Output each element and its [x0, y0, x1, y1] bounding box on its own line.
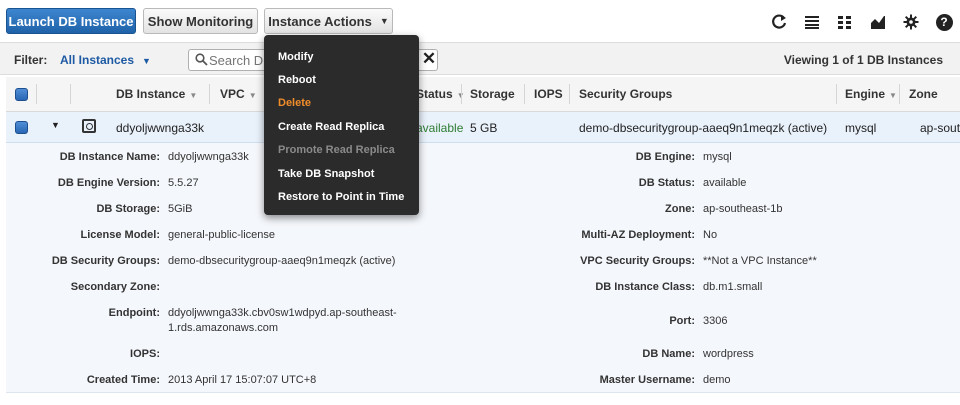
menu-item-modify[interactable]: Modify: [264, 45, 419, 68]
detail-label: License Model:: [80, 229, 160, 241]
detail-label: DB Storage:: [96, 203, 160, 215]
detail-label: Created Time:: [86, 374, 160, 386]
menu-item-reboot[interactable]: Reboot: [264, 68, 419, 91]
detail-label: DB Instance Class:: [595, 281, 695, 293]
settings-icon[interactable]: [901, 12, 921, 32]
table-row[interactable]: ▼ ddyoljwwnga33k available 5 GB demo-dbs…: [6, 112, 960, 143]
endpoint-value: ddyoljwwnga33k.cbv0sw1wdpyd.ap-southeast…: [168, 307, 397, 334]
help-circle: ?: [935, 13, 953, 31]
chart-icon[interactable]: [868, 12, 888, 32]
cell-db-instance: ddyoljwwnga33k: [116, 121, 205, 135]
row-checkbox[interactable]: [15, 121, 28, 134]
sort-icon: ▼: [248, 91, 257, 100]
search-icon: [195, 53, 208, 69]
detail-label: Secondary Zone:: [70, 281, 160, 293]
cell-engine: mysql: [845, 121, 877, 135]
detail-value: available: [703, 177, 747, 189]
help-icon[interactable]: ?: [934, 12, 954, 32]
detail-value: 5GiB: [168, 203, 193, 215]
viewing-count: Viewing 1 of 1 DB Instances: [783, 53, 943, 67]
detail-value: db.m1.small: [703, 281, 763, 293]
column-divider: [899, 84, 900, 104]
detail-label: Zone:: [665, 203, 695, 215]
filter-label: Filter:: [14, 53, 48, 67]
toolbar-icons: ?: [769, 12, 954, 32]
table-header: DB Instance▼ VPC▼ Status▼ Storage IOPS S…: [6, 77, 960, 112]
menu-item-take-db-snapshot[interactable]: Take DB Snapshot: [264, 162, 419, 185]
column-divider: [209, 84, 210, 104]
detail-label: Endpoint:: [108, 307, 160, 319]
filter-select[interactable]: All Instances ▼: [60, 53, 151, 67]
select-all-checkbox[interactable]: [15, 88, 28, 101]
column-divider: [524, 84, 525, 104]
clear-search-icon[interactable]: ✕: [418, 48, 440, 70]
column-divider: [36, 84, 37, 104]
detail-value: demo-dbsecuritygroup-aaeq9n1meqzk (activ…: [168, 255, 396, 267]
menu-item-delete[interactable]: Delete: [264, 92, 419, 115]
column-divider: [836, 84, 837, 104]
header-security-groups[interactable]: Security Groups: [579, 87, 672, 101]
column-divider: [461, 84, 462, 104]
detail-value: 3306: [703, 315, 728, 327]
detail-value: 5.5.27: [168, 177, 199, 189]
detail-value: ddyoljwwnga33k: [168, 151, 249, 163]
cell-status: available: [416, 121, 464, 135]
instance-details-panel: DB Instance Name: ddyoljwwnga33k DB Engi…: [6, 143, 960, 393]
detail-value: wordpress: [703, 348, 754, 360]
detail-value: general-public-license: [168, 229, 276, 241]
header-vpc[interactable]: VPC ▼: [220, 87, 257, 101]
menu-item-restore-to-point-in-time[interactable]: Restore to Point in Time: [264, 185, 419, 208]
detail-value: ap-southeast-1b: [703, 203, 783, 215]
show-monitoring-button[interactable]: Show Monitoring: [143, 8, 258, 34]
detail-value: mysql: [703, 151, 732, 163]
detail-label: DB Engine Version:: [57, 177, 160, 189]
detail-value: demo: [703, 374, 731, 386]
detail-label: Multi-AZ Deployment:: [581, 229, 695, 241]
instance-actions-button[interactable]: Instance Actions ▼: [264, 8, 393, 34]
column-divider: [70, 84, 71, 104]
detail-label: VPC Security Groups:: [580, 255, 695, 267]
chevron-down-icon: ▼: [142, 56, 151, 66]
header-iops[interactable]: IOPS: [534, 87, 563, 101]
list-icon[interactable]: [802, 12, 822, 32]
instance-actions-menu: Modify Reboot Delete Create Read Replica…: [264, 35, 419, 215]
refresh-icon[interactable]: [769, 12, 789, 32]
detail-value: No: [703, 229, 718, 241]
expand-row-icon[interactable]: ▼: [51, 120, 60, 130]
filter-bar: Filter: All Instances▼ Viewing 1 of 1 DB…: [0, 42, 960, 75]
detail-value: **Not a VPC Instance**: [703, 255, 817, 267]
detail-label: DB Status:: [638, 177, 695, 189]
cell-storage: 5 GB: [470, 121, 498, 135]
column-divider: [569, 84, 570, 104]
detail-label: Port:: [669, 315, 695, 327]
detail-label: DB Instance Name:: [59, 151, 160, 163]
inspect-icon[interactable]: [82, 119, 96, 133]
detail-value: 2013 April 17 15:07:07 UTC+8: [168, 374, 317, 386]
header-zone[interactable]: Zone: [909, 87, 938, 101]
detail-label: Master Username:: [599, 374, 695, 386]
menu-item-promote-read-replica: Promote Read Replica: [278, 144, 395, 157]
detail-label: IOPS:: [130, 348, 160, 360]
detail-label: DB Name:: [642, 348, 695, 360]
cell-zone: ap-southeast-1b: [920, 121, 960, 135]
menu-item-create-read-replica[interactable]: Create Read Replica: [264, 115, 419, 138]
header-status[interactable]: Status▼: [416, 87, 465, 101]
sort-icon: ▼: [189, 91, 198, 100]
sort-icon: ▼: [889, 91, 897, 100]
launch-db-instance-button[interactable]: Launch DB Instance: [6, 8, 136, 34]
header-engine[interactable]: Engine ▼: [845, 87, 897, 101]
chevron-down-icon: ▼: [379, 16, 389, 26]
detail-label: DB Engine:: [635, 151, 695, 163]
header-db-instance[interactable]: DB Instance ▼: [116, 87, 197, 101]
grid-icon[interactable]: [835, 12, 855, 32]
cell-security-groups: demo-dbsecuritygroup-aaeq9n1meqzk (activ…: [579, 121, 828, 135]
toolbar: Launch DB Instance Show Monitoring Insta…: [0, 0, 960, 42]
detail-label: DB Security Groups:: [51, 255, 160, 267]
header-storage[interactable]: Storage: [470, 87, 515, 101]
